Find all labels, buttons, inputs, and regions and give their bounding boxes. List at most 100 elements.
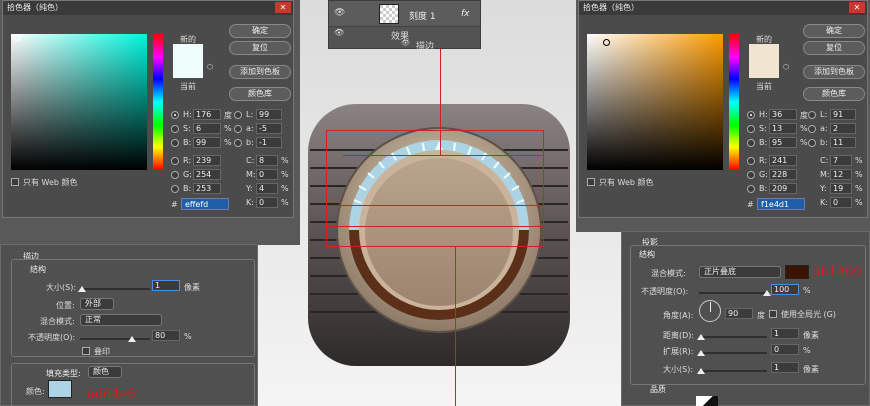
global-light-checkbox[interactable] [769, 310, 777, 318]
l-field[interactable]: 99 [256, 109, 282, 120]
blue-radio[interactable] [171, 185, 179, 193]
fill-type-dropdown[interactable]: 颜色 [88, 366, 122, 378]
b-radio[interactable] [171, 139, 179, 147]
h-field[interactable]: 36 [769, 109, 797, 120]
angle-field[interactable]: 90 [725, 308, 753, 319]
web-cube-icon[interactable]: ⬡ [207, 63, 213, 71]
close-button[interactable]: ✕ [275, 2, 291, 13]
current-color-swatch[interactable] [173, 62, 203, 78]
web-cube-icon[interactable]: ⬡ [783, 63, 789, 71]
slider-thumb[interactable] [128, 336, 136, 342]
ok-button[interactable]: 确定 [803, 24, 865, 38]
spread-slider[interactable] [699, 352, 767, 354]
blend-mode-dropdown[interactable]: 正常 [80, 314, 162, 326]
h-radio[interactable] [171, 111, 179, 119]
hue-slider[interactable] [153, 34, 163, 170]
h-radio[interactable] [747, 111, 755, 119]
c-field[interactable]: 8 [256, 155, 278, 166]
h-field[interactable]: 176 [193, 109, 221, 120]
slider-thumb[interactable] [697, 368, 705, 374]
m-field[interactable]: 0 [256, 169, 278, 180]
lab-b-radio[interactable] [808, 139, 816, 147]
distance-slider[interactable] [699, 336, 767, 338]
size-field[interactable]: 1 [771, 362, 799, 373]
g-radio[interactable] [171, 171, 179, 179]
web-colors-checkbox[interactable] [587, 178, 595, 186]
add-to-swatches-button[interactable]: 添加到色板 [803, 65, 865, 79]
blue-radio[interactable] [747, 185, 755, 193]
r-field[interactable]: 241 [769, 155, 797, 166]
saturation-brightness-field[interactable] [11, 34, 147, 170]
r-radio[interactable] [171, 157, 179, 165]
k-field[interactable]: 0 [256, 197, 278, 208]
saturation-brightness-field[interactable] [587, 34, 723, 170]
y-field[interactable]: 19 [830, 183, 852, 194]
reset-button[interactable]: 复位 [803, 41, 865, 55]
slider-thumb[interactable] [697, 350, 705, 356]
distance-field[interactable]: 1 [771, 328, 799, 339]
l-radio[interactable] [234, 111, 242, 119]
color-libraries-button[interactable]: 颜色库 [229, 87, 291, 101]
blue-field[interactable]: 209 [769, 183, 797, 194]
color-selector-circle[interactable] [603, 39, 610, 46]
b-radio[interactable] [747, 139, 755, 147]
stroke-color-swatch[interactable] [48, 380, 72, 398]
hex-field[interactable]: f1e4d1 [757, 198, 805, 210]
l-field[interactable]: 91 [830, 109, 856, 120]
b-field[interactable]: 95 [769, 137, 797, 148]
b-field[interactable]: 99 [193, 137, 221, 148]
lab-b-field[interactable]: -1 [256, 137, 282, 148]
r-radio[interactable] [747, 157, 755, 165]
slider-thumb[interactable] [763, 290, 771, 296]
y-field[interactable]: 4 [256, 183, 278, 194]
l-radio[interactable] [808, 111, 816, 119]
size-slider[interactable] [80, 288, 150, 290]
s-field[interactable]: 13 [769, 123, 797, 134]
fx-icon[interactable]: fx [461, 9, 470, 19]
s-field[interactable]: 6 [193, 123, 221, 134]
eye-icon[interactable]: 👁 [401, 39, 410, 47]
r-field[interactable]: 239 [193, 155, 221, 166]
m-field[interactable]: 12 [830, 169, 852, 180]
opacity-field[interactable]: 80 [152, 330, 180, 341]
color-selector-circle[interactable] [14, 34, 21, 41]
s-radio[interactable] [747, 125, 755, 133]
eye-icon[interactable]: 👁 [334, 28, 344, 37]
size-field[interactable]: 1 [152, 280, 180, 291]
spread-field[interactable]: 0 [771, 344, 799, 355]
web-colors-checkbox[interactable] [11, 178, 19, 186]
opacity-field[interactable]: 100 [771, 284, 799, 295]
position-dropdown[interactable]: 外部 [80, 298, 114, 310]
a-field[interactable]: -5 [256, 123, 282, 134]
a-radio[interactable] [808, 125, 816, 133]
size-slider[interactable] [699, 370, 767, 372]
g-field[interactable]: 254 [193, 169, 221, 180]
opacity-slider[interactable] [80, 338, 150, 340]
color-libraries-button[interactable]: 颜色库 [803, 87, 865, 101]
add-to-swatches-button[interactable]: 添加到色板 [229, 65, 291, 79]
g-radio[interactable] [747, 171, 755, 179]
close-button[interactable]: ✕ [849, 2, 865, 13]
blend-mode-dropdown[interactable]: 正片叠底 [699, 266, 781, 278]
a-field[interactable]: 2 [830, 123, 856, 134]
angle-dial[interactable] [699, 300, 721, 322]
g-field[interactable]: 228 [769, 169, 797, 180]
blue-field[interactable]: 253 [193, 183, 221, 194]
opacity-slider[interactable] [699, 292, 767, 294]
a-radio[interactable] [234, 125, 242, 133]
eye-icon[interactable]: 👁 [334, 8, 345, 18]
slider-thumb[interactable] [697, 334, 705, 340]
shadow-color-swatch[interactable] [785, 265, 809, 279]
contour-preview[interactable] [696, 396, 718, 406]
hex-field[interactable]: effefd [181, 198, 229, 210]
reset-button[interactable]: 复位 [229, 41, 291, 55]
ok-button[interactable]: 确定 [229, 24, 291, 38]
layer-row[interactable]: 👁 刻度 1 fx [329, 1, 480, 27]
k-field[interactable]: 0 [830, 197, 852, 208]
current-color-swatch[interactable] [749, 62, 779, 78]
slider-thumb[interactable] [78, 286, 86, 292]
c-field[interactable]: 7 [830, 155, 852, 166]
hue-slider[interactable] [729, 34, 739, 170]
lab-b-field[interactable]: 11 [830, 137, 856, 148]
lab-b-radio[interactable] [234, 139, 242, 147]
